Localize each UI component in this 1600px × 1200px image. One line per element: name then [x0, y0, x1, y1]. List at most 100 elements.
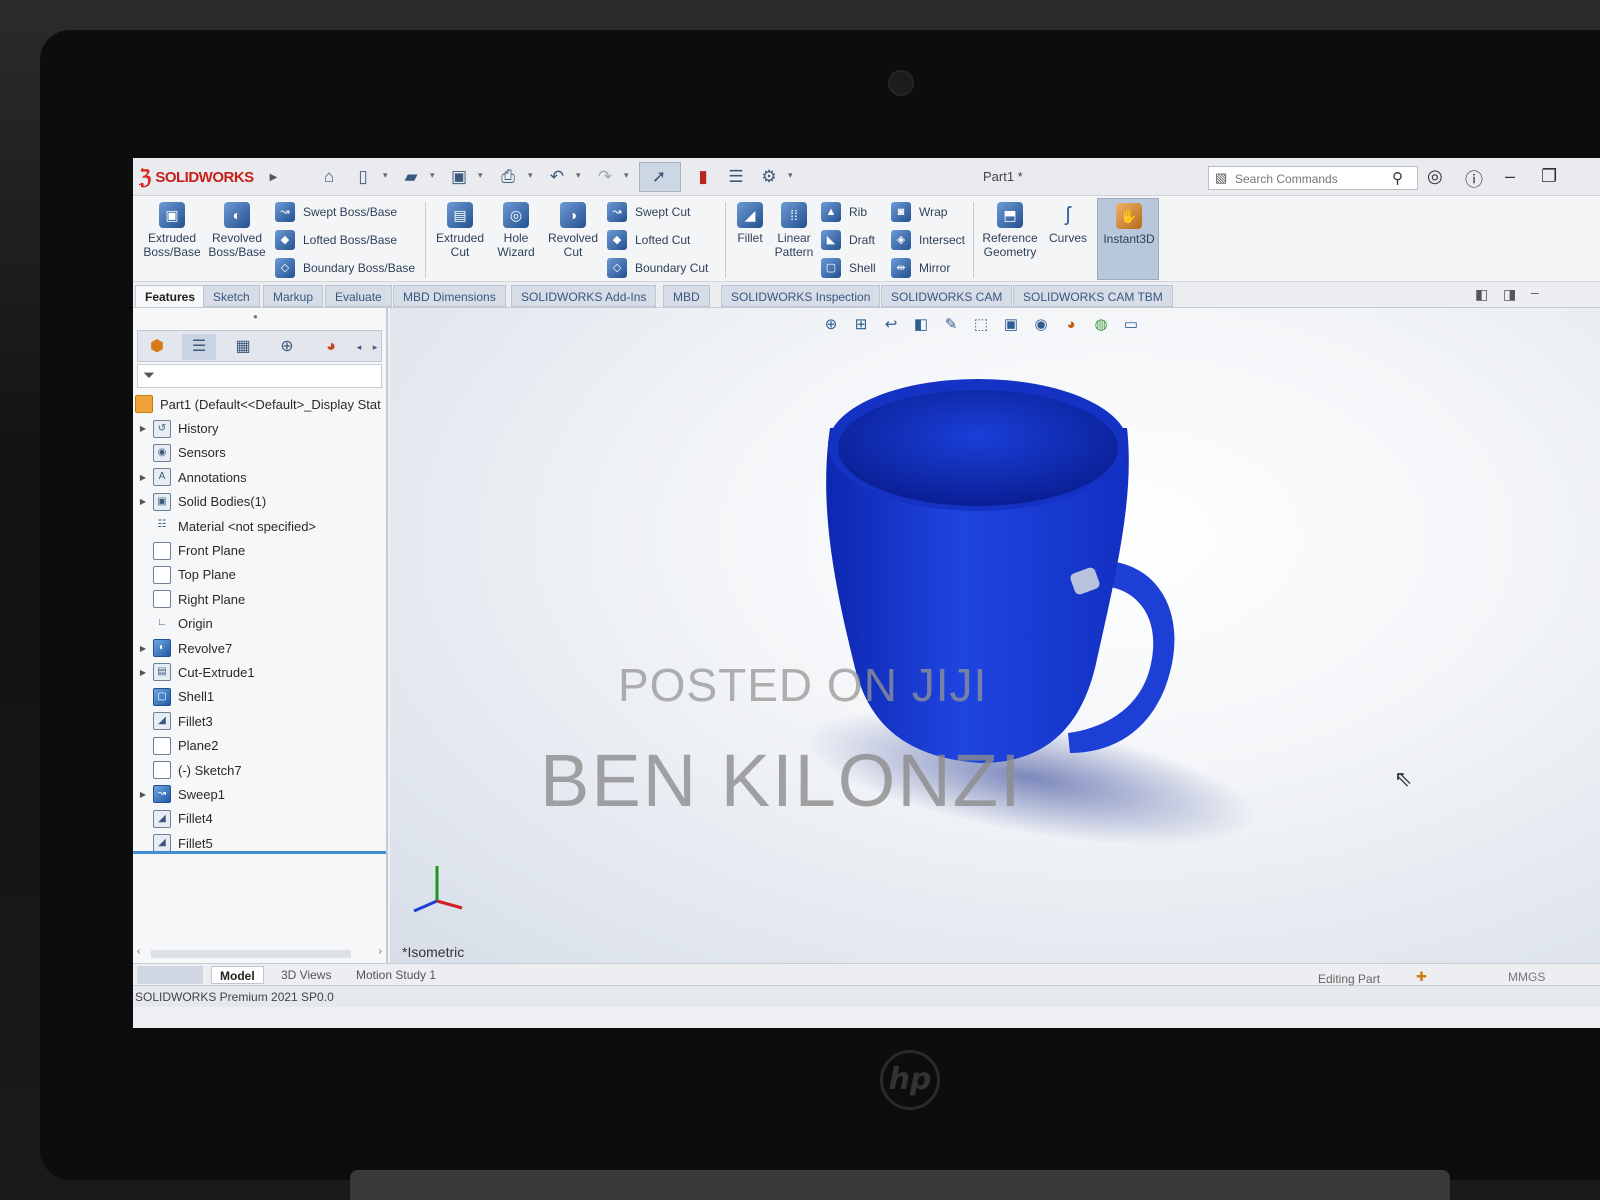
expand-arrow-icon[interactable]: ▶ — [133, 473, 153, 482]
fillet-button[interactable]: ◢ Fillet — [731, 202, 769, 245]
lofted-cut-button[interactable]: ◆ Lofted Cut — [607, 230, 690, 250]
reference-geometry-button[interactable]: ⬒ Reference Geometry — [979, 202, 1041, 259]
expand-arrow-icon[interactable]: ▶ — [133, 790, 153, 799]
tree-item-front-plane[interactable]: Front Plane — [133, 538, 386, 562]
tree-item-solid-bodies[interactable]: ▶ ▣ Solid Bodies(1) — [133, 490, 386, 514]
rib-button[interactable]: ▲ Rib — [821, 202, 867, 222]
solidworks-logo[interactable]: ℨ SOLIDWORKS ▶ — [139, 164, 277, 190]
search-input[interactable] — [1235, 170, 1385, 187]
tree-item-shell1[interactable]: ▢ Shell1 — [133, 685, 386, 709]
display-manager-tab-icon[interactable]: ◕ — [314, 334, 348, 360]
swept-boss-button[interactable]: ↝ Swept Boss/Base — [275, 202, 397, 222]
tree-root-part1[interactable]: Part1 (Default<<Default>_Display Stat — [133, 392, 386, 416]
panel-grip-icon[interactable]: ● — [253, 312, 258, 321]
options-dropdown-icon[interactable]: ▾ — [788, 170, 793, 181]
search-commands-box[interactable]: ▧ ⚲ — [1208, 166, 1418, 190]
tab-sketch[interactable]: Sketch — [203, 285, 260, 307]
rollback-bar[interactable] — [133, 851, 386, 854]
tree-item-annotations[interactable]: ▶ A Annotations — [133, 465, 386, 489]
tree-item-history[interactable]: ▶ ↺ History — [133, 416, 386, 440]
tree-item-fillet3[interactable]: ◢ Fillet3 — [133, 709, 386, 733]
tree-item-origin[interactable]: ∟ Origin — [133, 612, 386, 636]
new-dropdown-icon[interactable]: ▾ — [383, 170, 388, 181]
tree-item-sketch7[interactable]: (-) Sketch7 — [133, 758, 386, 782]
save-icon[interactable]: ▣ — [449, 167, 469, 187]
extruded-boss-button[interactable]: ▣ Extruded Boss/Base — [143, 202, 201, 259]
tree-item-plane2[interactable]: Plane2 — [133, 733, 386, 757]
undo-icon[interactable]: ↶ — [547, 167, 567, 187]
expand-arrow-icon[interactable]: ▶ — [133, 497, 153, 506]
tree-item-right-plane[interactable]: Right Plane — [133, 587, 386, 611]
tabs-scroll-right-icon[interactable]: ▸ — [368, 334, 382, 360]
expand-arrow-icon[interactable]: ▶ — [133, 644, 153, 653]
revolved-boss-button[interactable]: ◐ Revolved Boss/Base — [208, 202, 266, 259]
property-manager-tab-icon[interactable]: ☰ — [182, 334, 216, 360]
rebuild-status-icon[interactable]: ✚ — [1416, 969, 1427, 985]
tabs-scroll-left-icon[interactable]: ◂ — [352, 334, 366, 360]
wrap-button[interactable]: ◙ Wrap — [891, 202, 947, 222]
rebuild-icon[interactable]: ▮ — [693, 167, 713, 187]
mirror-button[interactable]: ⇹ Mirror — [891, 258, 950, 278]
tree-item-sensors[interactable]: ◉ Sensors — [133, 441, 386, 465]
scroll-thumb[interactable] — [151, 950, 351, 958]
draft-button[interactable]: ◣ Draft — [821, 230, 875, 250]
tree-item-fillet4[interactable]: ◢ Fillet4 — [133, 807, 386, 831]
panel-left-icon[interactable]: ◧ — [1475, 286, 1488, 303]
minimize-icon[interactable]: – — [1505, 166, 1515, 187]
search-icon[interactable]: ⚲ — [1392, 169, 1403, 187]
tab-mbd-dimensions[interactable]: MBD Dimensions — [393, 285, 506, 307]
mug-model[interactable] — [390, 308, 1600, 963]
expand-arrow-icon[interactable]: ▶ — [133, 668, 153, 677]
open-dropdown-icon[interactable]: ▾ — [430, 170, 435, 181]
tree-item-material[interactable]: ☷ Material <not specified> — [133, 514, 386, 538]
tab-solidworks-cam[interactable]: SOLIDWORKS CAM — [881, 285, 1013, 307]
dimxpert-tab-icon[interactable]: ⊕ — [270, 334, 304, 360]
options-gear-icon[interactable]: ⚙ — [759, 167, 779, 187]
menu-expand-icon[interactable]: ▶ — [270, 172, 278, 183]
swept-cut-button[interactable]: ↝ Swept Cut — [607, 202, 690, 222]
redo-dropdown-icon[interactable]: ▾ — [624, 170, 629, 181]
tab-scroll-area[interactable] — [137, 966, 203, 984]
tab-solidworks-add-ins[interactable]: SOLIDWORKS Add-Ins — [511, 285, 657, 307]
tab-3d-views[interactable]: 3D Views — [273, 966, 339, 984]
tree-item-sweep1[interactable]: ▶ ↝ Sweep1 — [133, 782, 386, 806]
tree-filter[interactable]: ⏷ — [137, 364, 382, 388]
redo-icon[interactable]: ↷ — [595, 167, 615, 187]
home-icon[interactable]: ⌂ — [319, 167, 339, 187]
file-properties-icon[interactable]: ☰ — [726, 167, 746, 187]
scroll-left-icon[interactable]: ‹ — [137, 946, 140, 957]
new-document-icon[interactable]: ▯ — [353, 167, 373, 187]
lofted-boss-button[interactable]: ◆ Lofted Boss/Base — [275, 230, 397, 250]
tab-solidworks-cam-tbm[interactable]: SOLIDWORKS CAM TBM — [1013, 285, 1173, 307]
tree-item-top-plane[interactable]: Top Plane — [133, 563, 386, 587]
tab-features[interactable]: Features — [135, 285, 206, 307]
shell-button[interactable]: ▢ Shell — [821, 258, 876, 278]
tab-mbd[interactable]: MBD — [663, 285, 710, 307]
save-dropdown-icon[interactable]: ▾ — [478, 170, 483, 181]
tree-horizontal-scrollbar[interactable]: ‹ › — [137, 946, 382, 960]
select-button[interactable]: ➚ — [639, 162, 681, 192]
boundary-cut-button[interactable]: ◇ Boundary Cut — [607, 258, 708, 278]
tree-item-cut-extrude1[interactable]: ▶ ▤ Cut-Extrude1 — [133, 660, 386, 684]
scroll-right-icon[interactable]: › — [379, 946, 382, 957]
curves-button[interactable]: ʃ Curves — [1045, 202, 1091, 245]
tab-model[interactable]: Model — [211, 966, 264, 984]
tab-motion-study-1[interactable]: Motion Study 1 — [348, 966, 444, 984]
configuration-manager-tab-icon[interactable]: ▦ — [226, 334, 260, 360]
instant3d-button[interactable]: ✋ Instant3D — [1097, 198, 1159, 280]
tab-solidworks-inspection[interactable]: SOLIDWORKS Inspection — [721, 285, 881, 307]
linear-pattern-button[interactable]: ⁞⁞ Linear Pattern — [769, 202, 819, 259]
intersect-button[interactable]: ◈ Intersect — [891, 230, 965, 250]
viewport-minimize-icon[interactable]: – — [1531, 284, 1539, 300]
tab-evaluate[interactable]: Evaluate — [325, 285, 392, 307]
units-indicator[interactable]: MMGS — [1508, 970, 1545, 984]
expand-arrow-icon[interactable]: ▶ — [133, 424, 153, 433]
print-icon[interactable]: ⎙ — [498, 167, 518, 187]
undo-dropdown-icon[interactable]: ▾ — [576, 170, 581, 181]
tree-item-revolve7[interactable]: ▶ ◐ Revolve7 — [133, 636, 386, 660]
help-icon[interactable]: ⓘ — [1465, 166, 1483, 192]
panel-right-icon[interactable]: ◨ — [1503, 286, 1516, 303]
boundary-boss-button[interactable]: ◇ Boundary Boss/Base — [275, 258, 415, 278]
hole-wizard-button[interactable]: ◎ Hole Wizard — [491, 202, 541, 259]
tab-markup[interactable]: Markup — [263, 285, 324, 307]
